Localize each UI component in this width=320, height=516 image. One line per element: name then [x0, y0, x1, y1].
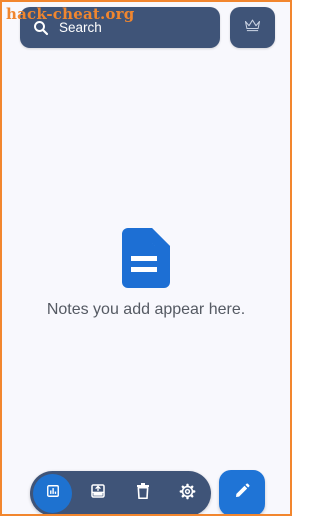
settings-button[interactable] — [165, 471, 210, 514]
chart-icon — [46, 484, 60, 503]
document-icon — [122, 228, 170, 288]
archive-icon — [90, 483, 106, 504]
empty-state: Notes you add appear here. — [2, 228, 290, 319]
app-screen: hack-cheat.org Search Notes you add appe… — [0, 0, 292, 516]
premium-button[interactable] — [230, 7, 275, 48]
trash-icon — [136, 483, 150, 504]
settings-icon — [179, 483, 196, 505]
bottom-toolbar — [30, 471, 211, 514]
empty-state-message: Notes you add appear here. — [46, 301, 246, 318]
stats-button[interactable] — [30, 471, 75, 514]
archive-button[interactable] — [75, 471, 120, 514]
crown-icon — [244, 18, 261, 37]
active-indicator — [33, 474, 72, 513]
pencil-icon — [234, 483, 250, 504]
watermark-text: hack-cheat.org — [6, 5, 135, 23]
new-note-button[interactable] — [219, 470, 265, 514]
delete-button[interactable] — [120, 471, 165, 514]
